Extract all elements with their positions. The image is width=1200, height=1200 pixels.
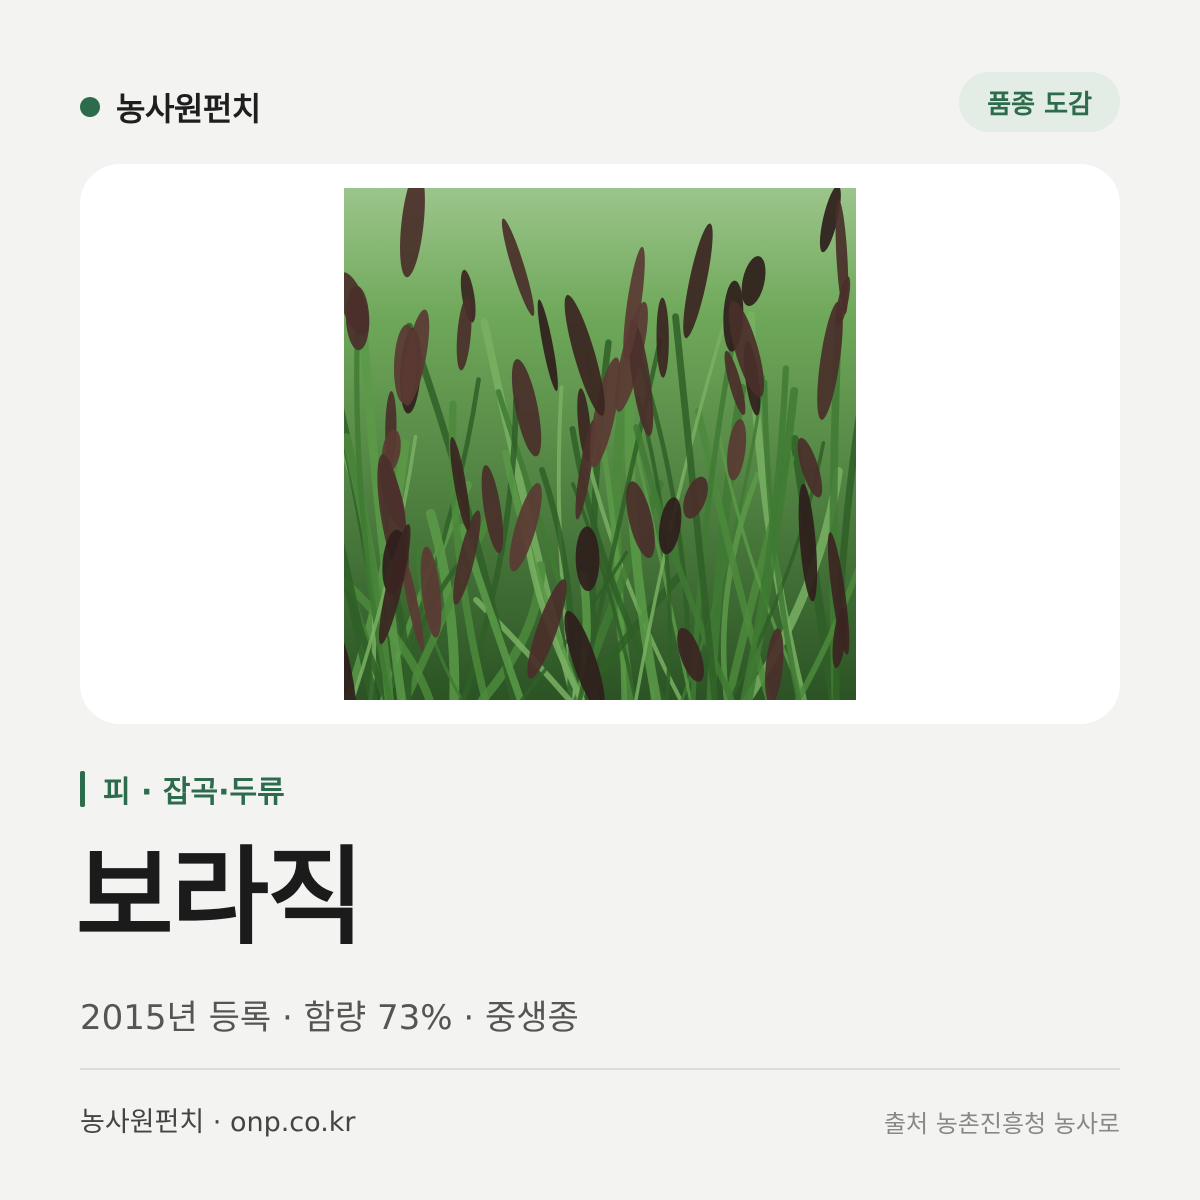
divider: [80, 1068, 1120, 1070]
millet-field-photo: [344, 188, 856, 700]
category-text: 피 · 잡곡·두류: [103, 775, 285, 810]
category-accent-bar: [80, 771, 85, 807]
category-label: 피 · 잡곡·두류: [80, 770, 285, 810]
header: 농사원펀치 품종 도감: [80, 70, 1120, 134]
footer-source: 출처 농촌진흥청 농사로: [883, 1110, 1120, 1138]
brand-dot-icon: [80, 97, 100, 117]
category-badge[interactable]: 품종 도감: [959, 72, 1120, 132]
variety-meta: 2015년 등록 · 함량 73% · 중생종: [80, 998, 579, 1038]
image-card: [80, 164, 1120, 724]
variety-title: 보라직: [76, 836, 365, 959]
brand[interactable]: 농사원펀치: [80, 84, 261, 130]
brand-name: 농사원펀치: [116, 90, 261, 128]
footer-brand[interactable]: 농사원펀치 · onp.co.kr: [80, 1100, 356, 1139]
